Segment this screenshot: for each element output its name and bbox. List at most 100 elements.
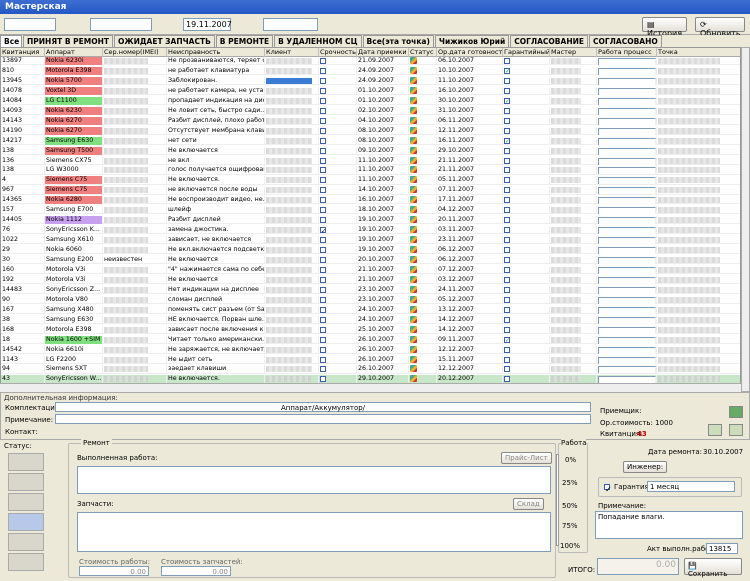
urgent-checkbox[interactable]: [320, 336, 326, 343]
warranty-checkbox[interactable]: [504, 247, 510, 254]
urgent-checkbox[interactable]: [320, 107, 326, 114]
progress-field[interactable]: [598, 137, 656, 145]
column-header[interactable]: Клиент: [265, 48, 319, 57]
table-row[interactable]: 157 Samsung E700 шлейф 18.10.2007 04.12.2007: [1, 206, 740, 215]
note-field[interactable]: [55, 414, 591, 424]
warranty-checkbox[interactable]: [504, 316, 510, 323]
warranty-checkbox[interactable]: [504, 58, 510, 64]
done-work-field[interactable]: [77, 466, 551, 494]
progress-field[interactable]: [598, 187, 656, 195]
column-header[interactable]: Сер.номер(IMEI): [103, 48, 167, 57]
work-cost-field[interactable]: 0.00: [79, 566, 149, 576]
table-row[interactable]: 136 Siemens CX75 не вкл 11.10.2007 21.11.200…: [1, 156, 740, 165]
table-row[interactable]: 138 Samsung T500 Не включается 09.10.2007 29…: [1, 146, 740, 155]
urgent-checkbox[interactable]: [320, 376, 326, 383]
progress-field[interactable]: [598, 326, 656, 334]
status-cancel-icon[interactable]: [8, 553, 44, 571]
warranty-select[interactable]: 1 месяц: [647, 481, 735, 492]
user-icon[interactable]: [708, 424, 722, 436]
column-header[interactable]: Гарантийный: [503, 48, 550, 57]
warranty-checkbox[interactable]: ✓: [604, 484, 612, 494]
progress-field[interactable]: [598, 366, 656, 374]
progress-field[interactable]: [598, 316, 656, 324]
table-row[interactable]: 138 LG W3000 голос получается ощифрован...…: [1, 166, 740, 175]
column-header[interactable]: Неисправность: [167, 48, 265, 57]
komplekt-field[interactable]: Аппарат/Аккумулятор/: [55, 402, 591, 412]
filter-input-3[interactable]: [263, 18, 318, 31]
price-list-button[interactable]: Прайс-Лист: [501, 452, 552, 464]
urgent-checkbox[interactable]: [320, 87, 326, 94]
table-row[interactable]: 14405 Nokia 1112 Разбит дисплей 19.10.2007 2…: [1, 216, 740, 225]
horizontal-scrollbar[interactable]: [0, 383, 741, 392]
table-row[interactable]: 18 Nokia 1600 +SIM Читает только американс…: [1, 335, 740, 344]
urgent-checkbox[interactable]: [320, 157, 326, 164]
urgent-checkbox[interactable]: [320, 247, 326, 254]
parts-field[interactable]: [77, 512, 551, 552]
progress-field[interactable]: [598, 237, 656, 245]
progress-field[interactable]: [598, 207, 656, 215]
table-row[interactable]: 14217 Samsung E630 нет сети 08.10.2007 16.11…: [1, 136, 740, 145]
engineer-button[interactable]: Инженер:: [623, 461, 668, 473]
warranty-checkbox[interactable]: ✓: [504, 67, 510, 74]
filter-input-1[interactable]: [4, 18, 56, 31]
column-header[interactable]: Срочность: [319, 48, 357, 57]
table-row[interactable]: 167 Samsung X480 поменять сист разъем (от …: [1, 305, 740, 314]
table-row[interactable]: 13945 Nokia 5700 Заблокирован. 24.09.2007 11…: [1, 76, 740, 86]
urgent-checkbox[interactable]: [320, 366, 326, 373]
parts-cost-field[interactable]: 0.00: [161, 566, 231, 576]
warranty-checkbox[interactable]: [504, 266, 510, 273]
progress-field[interactable]: [598, 177, 656, 185]
filter-input-2[interactable]: [90, 18, 152, 31]
urgent-checkbox[interactable]: [320, 296, 326, 303]
progress-field[interactable]: [598, 117, 656, 125]
progress-field[interactable]: [598, 67, 656, 75]
progress-field[interactable]: [598, 227, 656, 235]
table-row[interactable]: 38 Samsung E630 НЕ включается. Порван шле.…: [1, 315, 740, 324]
print-icon[interactable]: [729, 406, 743, 418]
progress-field[interactable]: [598, 147, 656, 155]
warranty-checkbox[interactable]: [504, 346, 510, 353]
progress-field[interactable]: [598, 217, 656, 225]
warranty-checkbox[interactable]: [504, 306, 510, 313]
urgent-checkbox[interactable]: [320, 286, 326, 293]
history-button[interactable]: ▤ История: [642, 17, 687, 38]
progress-slider[interactable]: [556, 454, 559, 546]
table-row[interactable]: 14078 Voxtel 3D не работает камера, не уст…: [1, 86, 740, 96]
progress-field[interactable]: [598, 58, 656, 65]
table-row[interactable]: 90 Motorola V80 сломан дисплей 23.10.2007 05…: [1, 295, 740, 304]
urgent-checkbox[interactable]: [320, 58, 326, 64]
table-row[interactable]: 13897 Nokia 6230i Не прозваниваются, теряе…: [1, 57, 740, 66]
warranty-checkbox[interactable]: [504, 276, 510, 283]
warranty-checkbox[interactable]: [504, 227, 510, 234]
column-header[interactable]: Ор.дата готовности: [437, 48, 503, 57]
urgent-checkbox[interactable]: [320, 197, 326, 204]
warranty-checkbox[interactable]: [504, 87, 510, 94]
table-row[interactable]: 168 Motorola E398 зависает после включения…: [1, 325, 740, 334]
column-header[interactable]: Работа процесс: [597, 48, 657, 57]
urgent-checkbox[interactable]: [320, 67, 326, 74]
warranty-checkbox[interactable]: [504, 356, 510, 363]
urgent-checkbox[interactable]: [320, 187, 326, 194]
warranty-checkbox[interactable]: [504, 127, 510, 134]
urgent-checkbox[interactable]: [320, 266, 326, 273]
progress-field[interactable]: [598, 127, 656, 135]
progress-field[interactable]: [598, 306, 656, 314]
warranty-checkbox[interactable]: [504, 177, 510, 184]
table-row[interactable]: 14190 Nokia 6270 Отсутствует мембрана клав…: [1, 126, 740, 135]
progress-field[interactable]: [598, 286, 656, 294]
urgent-checkbox[interactable]: [320, 97, 326, 104]
date-input[interactable]: 19.11.2007: [183, 18, 232, 31]
table-row[interactable]: 14143 Nokia 6270 Разбит дисплей, плохо раб…: [1, 116, 740, 125]
progress-field[interactable]: [598, 346, 656, 354]
progress-field[interactable]: [598, 356, 656, 364]
urgent-checkbox[interactable]: [320, 326, 326, 333]
table-row[interactable]: 29 Nokia 6060 Не вкл.включается подсветка …: [1, 246, 740, 255]
table-row[interactable]: 76 SonyEricsson K... замена джостика. ✓ 19.1…: [1, 226, 740, 235]
warranty-checkbox[interactable]: ✓: [504, 137, 510, 144]
save-button[interactable]: 💾 Сохранить: [684, 558, 742, 578]
warranty-checkbox[interactable]: [504, 237, 510, 244]
table-row[interactable]: 160 Motorola V3i "4" нажимается сама по се…: [1, 265, 740, 275]
status-waiting-icon[interactable]: [8, 473, 44, 491]
urgent-checkbox[interactable]: [320, 177, 326, 184]
warranty-checkbox[interactable]: [504, 217, 510, 224]
